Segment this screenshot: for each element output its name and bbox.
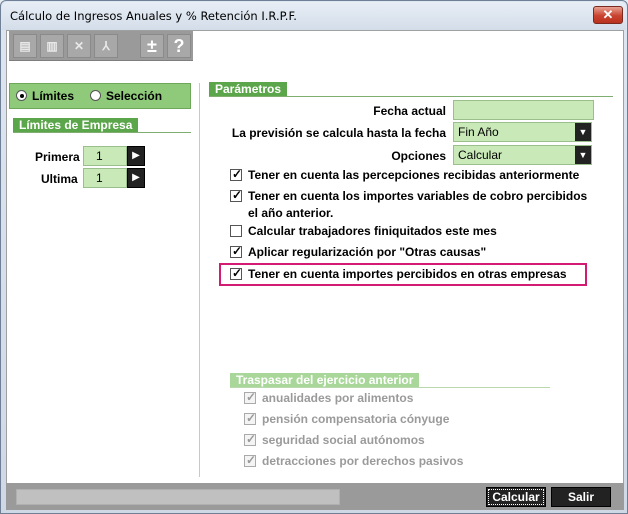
traspasar-divider [230, 387, 550, 388]
ultima-label: Ultima [41, 172, 78, 186]
ultima-spin-button[interactable]: ▶ [127, 168, 145, 188]
check-percepciones[interactable] [230, 167, 242, 181]
check-percepciones-label[interactable]: Tener en cuenta las percepciones recibid… [248, 168, 579, 182]
check-detracciones-label: detracciones por derechos pasivos [262, 454, 464, 468]
opciones-value: Calcular [458, 148, 503, 162]
help-icon: ? [173, 35, 185, 56]
fecha-actual-label: Fecha actual [373, 104, 446, 118]
title-bar: Cálculo de Ingresos Anuales y % Retenció… [2, 2, 626, 30]
status-bar: Calcular Salir [6, 483, 624, 510]
check-importes-variables[interactable] [230, 188, 242, 202]
plus-minus-button[interactable]: ± [140, 34, 164, 58]
prevision-value: Fin Año [458, 125, 499, 139]
close-icon: ✕ [602, 7, 614, 22]
ultima-field[interactable]: 1 [83, 168, 127, 188]
plus-minus-icon: ± [147, 35, 157, 56]
left-panel: Límites Selección Límites de Empresa Pri… [9, 83, 194, 193]
prevision-label: La previsión se calcula hasta la fecha [231, 126, 446, 140]
check-anualidades[interactable] [244, 390, 256, 404]
fecha-actual-input[interactable] [453, 100, 594, 120]
excel-button[interactable]: ✕ [67, 34, 91, 58]
check-detracciones[interactable] [244, 453, 256, 467]
preview-icon: ▥ [46, 39, 58, 53]
check-otras-causas[interactable] [230, 244, 242, 258]
parametros-title: Parámetros [209, 82, 288, 97]
preview-button[interactable]: ▥ [40, 34, 64, 58]
check-pension-label: pensión compensatoria cónyuge [262, 412, 450, 426]
dropdown-arrow-icon[interactable]: ▼ [575, 146, 591, 164]
limites-empresa-title: Límites de Empresa [13, 118, 139, 133]
primera-spin-button[interactable]: ▶ [127, 146, 145, 166]
check-importes-variables-label[interactable]: Tener en cuenta los importes variables d… [248, 189, 587, 203]
opciones-select[interactable]: Calcular ▼ [453, 145, 592, 165]
salir-button[interactable]: Salir [551, 487, 611, 507]
parametros-divider [209, 96, 613, 97]
arrow-right-icon: ▶ [132, 150, 140, 161]
opciones-label: Opciones [391, 149, 446, 163]
calcular-button[interactable]: Calcular [486, 487, 546, 507]
radio-limites-label[interactable]: Límites [32, 89, 74, 103]
traspasar-title: Traspasar del ejercicio anterior [230, 373, 420, 388]
limites-empresa-divider [13, 132, 191, 133]
excel-icon: ✕ [73, 39, 85, 53]
print-button[interactable]: ▤ [13, 34, 37, 58]
check-anualidades-label: anualidades por alimentos [262, 391, 414, 405]
progress-bar [16, 489, 340, 505]
check-seguridad-social-label: seguridad social autónomos [262, 433, 425, 447]
radio-seleccion-label[interactable]: Selección [106, 89, 162, 103]
check-pension[interactable] [244, 411, 256, 425]
radio-limites[interactable] [16, 90, 27, 101]
primera-field[interactable]: 1 [83, 146, 127, 166]
check-finiquitados-label[interactable]: Calcular trabajadores finiquitados este … [248, 224, 497, 238]
check-otras-empresas[interactable] [230, 266, 242, 280]
close-button[interactable]: ✕ [593, 6, 623, 24]
arrow-right-icon: ▶ [132, 172, 140, 183]
check-finiquitados[interactable] [230, 225, 242, 237]
dropdown-arrow-icon[interactable]: ▼ [575, 123, 591, 141]
help-button[interactable]: ? [167, 34, 191, 58]
pdf-icon: ⅄ [102, 39, 110, 53]
check-otras-empresas-label[interactable]: Tener en cuenta importes percibidos en o… [248, 267, 567, 281]
print-icon: ▤ [19, 39, 31, 53]
primera-label: Primera [35, 150, 80, 164]
pdf-button[interactable]: ⅄ [94, 34, 118, 58]
radio-seleccion[interactable] [90, 90, 101, 101]
toolbar: ▤ ▥ ✕ ⅄ ± ? [9, 31, 193, 61]
check-importes-variables-label-2[interactable]: el año anterior. [248, 206, 333, 220]
check-seguridad-social[interactable] [244, 432, 256, 446]
check-otras-causas-label[interactable]: Aplicar regularización por "Otras causas… [248, 245, 486, 259]
prevision-select[interactable]: Fin Año ▼ [453, 122, 592, 142]
vertical-divider [199, 83, 200, 477]
app-window: Cálculo de Ingresos Anuales y % Retenció… [0, 0, 628, 514]
window-title: Cálculo de Ingresos Anuales y % Retenció… [10, 9, 297, 23]
mode-radio-group: Límites Selección [9, 83, 191, 109]
